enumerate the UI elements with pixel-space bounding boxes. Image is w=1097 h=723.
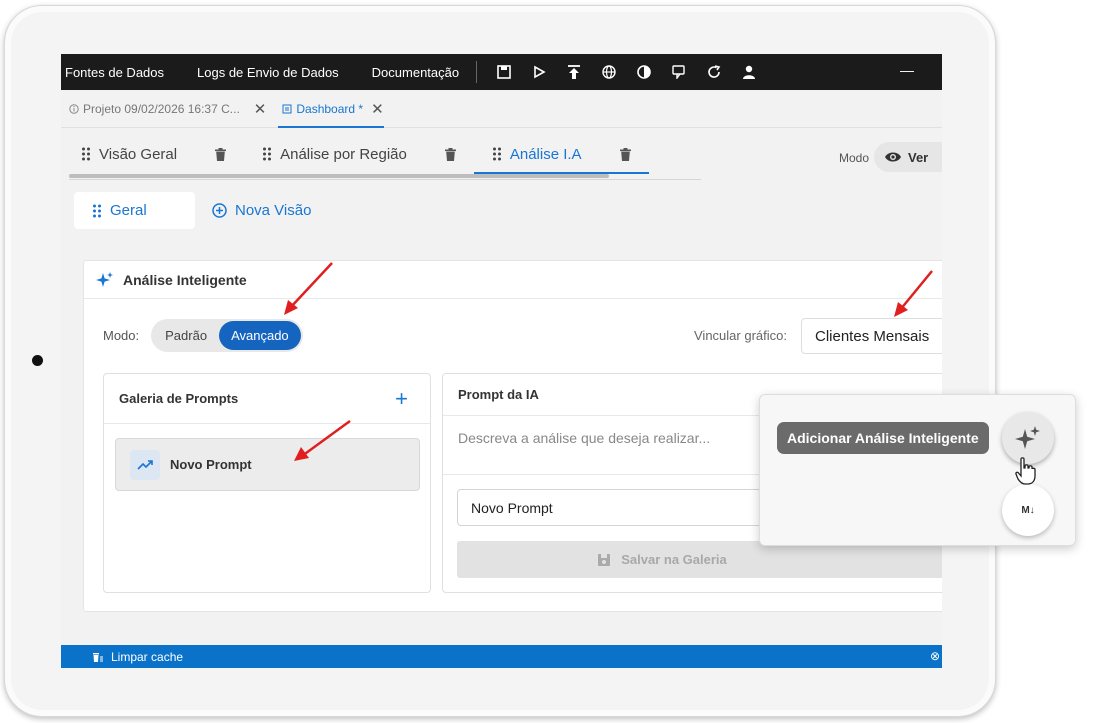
app-screen: Fontes de Dados Logs de Envio de Dados D… (61, 54, 942, 668)
dashboard-icon (282, 104, 292, 113)
trash-icon[interactable] (215, 147, 227, 161)
close-circle-icon[interactable]: ⊗ (930, 649, 940, 663)
drag-handle-icon[interactable] (81, 147, 91, 161)
prompt-list-item[interactable]: Novo Prompt (115, 438, 420, 491)
chat-icon[interactable] (670, 63, 688, 81)
clear-cache-icon (93, 652, 103, 662)
play-icon[interactable] (530, 63, 548, 81)
doc-tab-label: Dashboard * (296, 101, 364, 116)
modo-option-avancado[interactable]: Avançado (219, 321, 301, 350)
clear-cache-button[interactable]: Limpar cache (111, 650, 183, 664)
mode-label: Modo (839, 151, 870, 165)
view-tab-analise-regiao[interactable]: Análise por Região (244, 134, 474, 174)
doc-tab-label: Projeto 09/02/2026 16:37 C... (83, 101, 240, 116)
nova-visao-label: Nova Visão (235, 202, 312, 219)
close-icon[interactable]: ✕ (371, 100, 384, 118)
add-prompt-button[interactable]: + (395, 386, 408, 412)
view-tab-label: Visão Geral (99, 145, 178, 163)
galeria-header: Galeria de Prompts + (104, 374, 430, 424)
annotation-arrow (294, 419, 351, 461)
close-icon[interactable]: ✕ (254, 100, 267, 118)
view-tab-analise-ia[interactable]: Análise I.A (473, 134, 649, 174)
globe-icon[interactable] (600, 63, 618, 81)
mode-toggle-button[interactable]: Ver (874, 142, 942, 172)
save-icon (598, 553, 611, 566)
galeria-title: Galeria de Prompts (119, 391, 239, 406)
vincular-label: Vincular gráfico: (694, 328, 787, 343)
view-tab-visao-geral[interactable]: Visão Geral (69, 134, 244, 174)
menu-fontes-de-dados[interactable]: Fontes de Dados (61, 65, 168, 80)
markdown-button[interactable]: M↓ (1002, 484, 1054, 536)
document-tabs: Projeto 09/02/2026 16:37 C... ✕ Dashboar… (61, 90, 942, 128)
menu-separator (476, 61, 478, 83)
status-bar: Limpar cache ⊗ (61, 645, 942, 668)
doc-tab-projeto[interactable]: Projeto 09/02/2026 16:37 C... ✕ (61, 90, 274, 128)
menu-logs-envio[interactable]: Logs de Envio de Dados (193, 65, 343, 80)
trash-icon[interactable] (619, 147, 631, 161)
upload-icon[interactable] (565, 63, 583, 81)
view-tabs: Visão Geral Análise por Região Análise I… (69, 134, 649, 174)
nova-visao-button[interactable]: Nova Visão (212, 192, 311, 229)
modo-segmented-control: Padrão Avançado (151, 319, 303, 352)
tablet-camera (32, 355, 43, 366)
eye-icon (885, 152, 901, 162)
drag-handle-icon[interactable] (492, 147, 502, 161)
save-icon[interactable] (495, 63, 513, 81)
modo-row: Modo: Padrão Avançado (103, 319, 303, 352)
refresh-icon[interactable] (705, 63, 723, 81)
info-icon (69, 103, 79, 114)
vincular-grafico-select[interactable]: Clientes Mensais (801, 318, 942, 354)
user-icon[interactable] (740, 63, 758, 81)
floating-action-popup: Adicionar Análise Inteligente M↓ (759, 394, 1076, 546)
drag-handle-icon[interactable] (262, 147, 272, 161)
tabs-scrollbar[interactable] (69, 174, 609, 178)
subview-geral[interactable]: Geral (74, 192, 195, 229)
annotation-arrow (894, 270, 933, 317)
hand-cursor-icon (1015, 457, 1036, 485)
galeria-prompts: Galeria de Prompts + Novo Prompt (103, 373, 431, 593)
modo-option-padrao[interactable]: Padrão (153, 321, 219, 350)
save-gallery-button[interactable]: Salvar na Galeria (457, 541, 942, 578)
panel-title: Análise Inteligente (123, 271, 247, 288)
add-circle-icon (212, 203, 227, 218)
trending-up-icon (130, 449, 160, 480)
modo-label: Modo: (103, 328, 140, 343)
prompt-textarea[interactable]: Descreva a análise que deseja realizar..… (458, 430, 710, 446)
drag-handle-icon (93, 204, 101, 217)
trash-icon[interactable] (444, 147, 456, 161)
tabs-divider (69, 179, 701, 180)
subview-label: Geral (110, 202, 147, 219)
doc-tab-dashboard[interactable]: Dashboard * ✕ (274, 90, 391, 128)
save-gallery-label: Salvar na Galeria (621, 552, 727, 567)
minimize-button[interactable]: — (900, 62, 914, 78)
view-tab-label: Análise I.A (509, 145, 582, 163)
menu-documentacao[interactable]: Documentação (368, 65, 463, 80)
top-menu-bar: Fontes de Dados Logs de Envio de Dados D… (61, 54, 942, 90)
sparkle-icon (1015, 426, 1040, 449)
sparkle-icon (96, 271, 113, 287)
prompt-item-label: Novo Prompt (170, 457, 252, 472)
tooltip: Adicionar Análise Inteligente (777, 422, 989, 454)
contrast-icon[interactable] (635, 63, 653, 81)
view-tab-label: Análise por Região (280, 145, 407, 163)
annotation-arrow (284, 262, 333, 315)
panel-header: Análise Inteligente (84, 261, 942, 299)
mode-value: Ver (908, 149, 929, 165)
